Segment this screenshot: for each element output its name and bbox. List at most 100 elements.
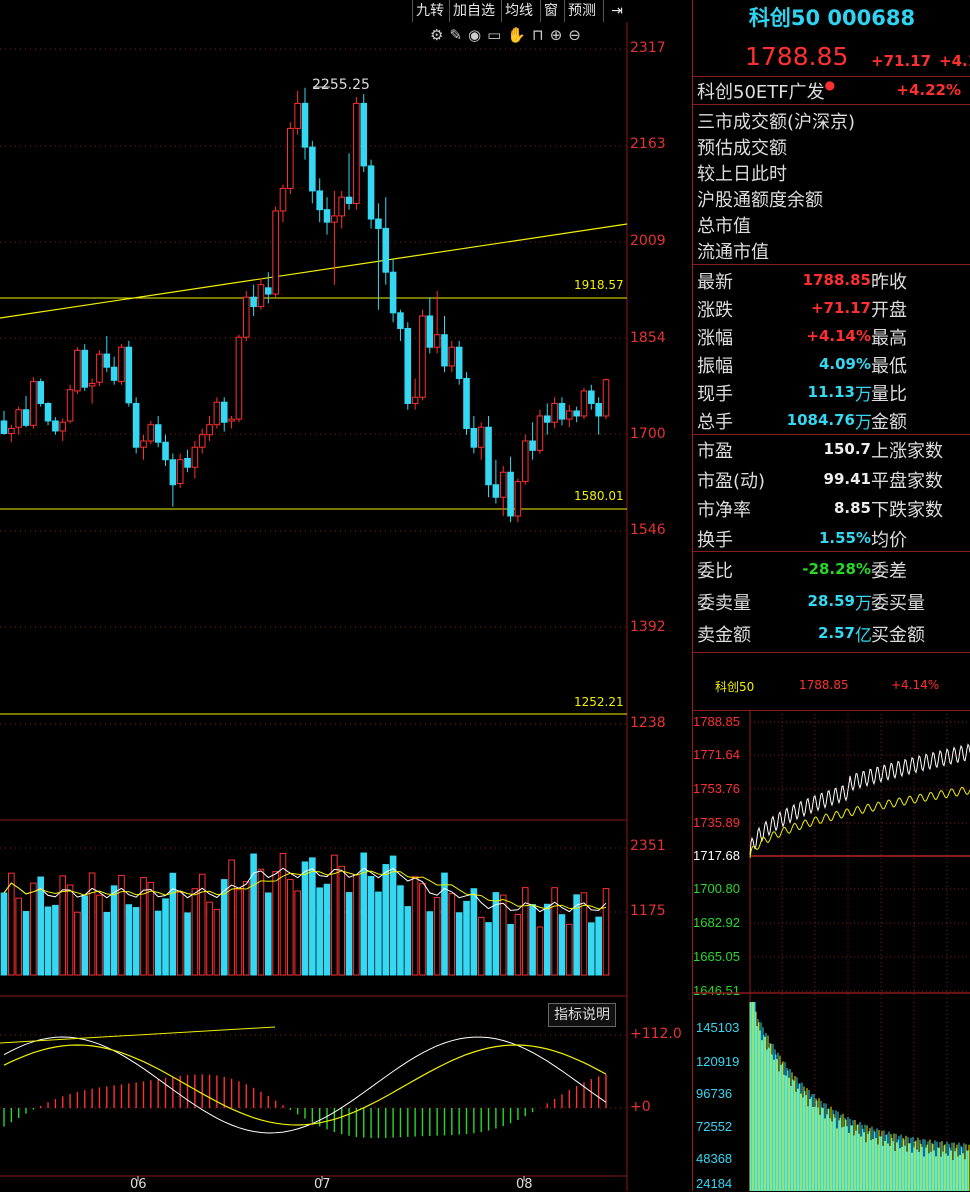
volume-bar <box>485 922 492 976</box>
candle-body <box>132 402 140 448</box>
candle-body <box>96 353 103 383</box>
intraday-percent: +4.14% <box>891 678 940 692</box>
stat-label: 卖金额 <box>697 625 751 646</box>
toolbar-forecast-button[interactable]: 预测 <box>564 0 599 22</box>
settings-icon[interactable]: ⚙ <box>430 26 449 44</box>
volume-bar <box>44 906 52 976</box>
stat-value: 4.09% <box>818 355 871 373</box>
candle-body <box>66 389 74 422</box>
stat-value: 1.55% <box>818 528 871 547</box>
stat-value: -28.28% <box>802 560 871 578</box>
stat-value: 8.85 <box>833 499 871 517</box>
intraday-volume-label: 24184 <box>696 1176 732 1191</box>
zoom-in-icon[interactable]: ⊕ <box>550 26 569 44</box>
volume-bar <box>228 859 235 976</box>
volume-bar <box>0 892 8 976</box>
stat-label: 委差 <box>871 561 907 582</box>
volume-bar <box>345 892 353 976</box>
toolbar-add-favorite-button[interactable]: 加自选 <box>449 0 498 22</box>
market-info-label: 三市成交额(沪深京) <box>697 112 856 133</box>
intraday-name: 科创50 <box>715 680 755 694</box>
candle-body <box>397 312 404 329</box>
candle-body <box>257 284 265 308</box>
price-axis-label: 1854 <box>630 330 666 346</box>
candle-body <box>360 102 368 167</box>
price-axis-label: 1238 <box>630 715 666 731</box>
stat-label: 委卖量 <box>697 593 751 614</box>
candle-body <box>242 296 250 338</box>
volume-bar <box>103 911 111 976</box>
etf-name[interactable]: 科创50ETF广发● <box>697 78 835 104</box>
candle-body <box>573 410 580 417</box>
indicator-help-button[interactable]: 指标说明 <box>548 1003 616 1027</box>
toolbar-nine-turn-button[interactable]: 九转 <box>412 0 447 22</box>
candle-body <box>169 459 177 486</box>
candle-body <box>147 424 155 442</box>
volume-bar <box>154 910 162 976</box>
market-info-label: 预估成交额 <box>697 138 787 159</box>
candle-body <box>485 426 492 486</box>
candle-body <box>309 146 316 192</box>
candle-body <box>367 165 375 220</box>
candle-body <box>59 421 67 432</box>
volume-bar <box>176 891 184 976</box>
zoom-out-icon[interactable]: ⊖ <box>568 26 587 44</box>
hand-icon[interactable]: ✋ <box>507 26 532 44</box>
lock-box-icon[interactable]: ▭ <box>487 26 507 44</box>
intraday-price-label: 1753.76 <box>693 781 740 796</box>
candle-body <box>382 227 390 273</box>
intraday-price-label: 1665.05 <box>693 949 740 964</box>
volume-bar <box>316 887 323 976</box>
candle-body <box>125 346 133 404</box>
candle-body <box>499 471 507 498</box>
volume-bar <box>419 883 426 976</box>
candle-body <box>140 440 147 448</box>
volume-bar <box>147 881 155 976</box>
candle-body <box>316 190 323 211</box>
toolbar-moving-average-button[interactable]: 均线 <box>501 0 536 22</box>
volume-bar <box>132 907 140 976</box>
etf-percent: +4.22% <box>896 81 961 99</box>
stat-value: 11.13 <box>807 383 855 401</box>
candle-body <box>264 287 272 295</box>
pen-icon[interactable]: ✎ <box>449 26 468 44</box>
candle-body <box>44 402 52 422</box>
candle-body <box>30 381 37 426</box>
intraday-price-label: 1717.68 <box>693 848 740 863</box>
lock-icon[interactable]: ⊓ <box>532 26 550 44</box>
intraday-chart[interactable]: 1788.85 1771.64 1753.76 1735.89 1717.68 1700.… <box>692 710 970 1191</box>
volume-bar <box>74 911 81 976</box>
month-label: 06 <box>130 1177 147 1192</box>
volume-bar <box>521 887 529 976</box>
candle-body <box>287 127 294 189</box>
candle-body <box>353 102 360 204</box>
stat-label: 市盈(动) <box>697 470 766 492</box>
eye-icon[interactable]: ◉ <box>468 26 487 44</box>
candle-body <box>588 390 595 404</box>
peak-label: 2255.25 <box>312 77 370 93</box>
stat-unit: 亿 <box>855 626 872 646</box>
stat-unit: 万 <box>855 594 872 614</box>
volume-bar <box>191 888 199 976</box>
volume-bar <box>470 888 478 976</box>
volume-bar <box>37 876 45 976</box>
volume-bar <box>455 912 463 976</box>
toolbar-window-button[interactable]: 窗 <box>540 0 561 22</box>
stat-label: 上涨家数 <box>871 441 943 462</box>
hline-label-3: 1252.21 <box>574 695 624 709</box>
candle-body <box>514 481 522 517</box>
collapse-panel-icon[interactable]: ⇥ <box>603 0 630 22</box>
macd-trend-line <box>0 1026 276 1044</box>
volume-bar <box>66 884 74 976</box>
volume-bar <box>294 890 301 976</box>
market-info-label: 沪股通额度余额 <box>697 190 823 211</box>
candle-body <box>529 440 536 451</box>
candle-body <box>294 102 301 129</box>
stat-label: 金额 <box>871 412 907 433</box>
stat-label: 涨幅 <box>697 328 733 349</box>
market-info-label: 总市值 <box>697 216 751 237</box>
candle-body <box>404 327 412 404</box>
candle-body <box>433 334 441 348</box>
candle-body <box>279 187 287 212</box>
stat-unit: 万 <box>855 385 872 405</box>
